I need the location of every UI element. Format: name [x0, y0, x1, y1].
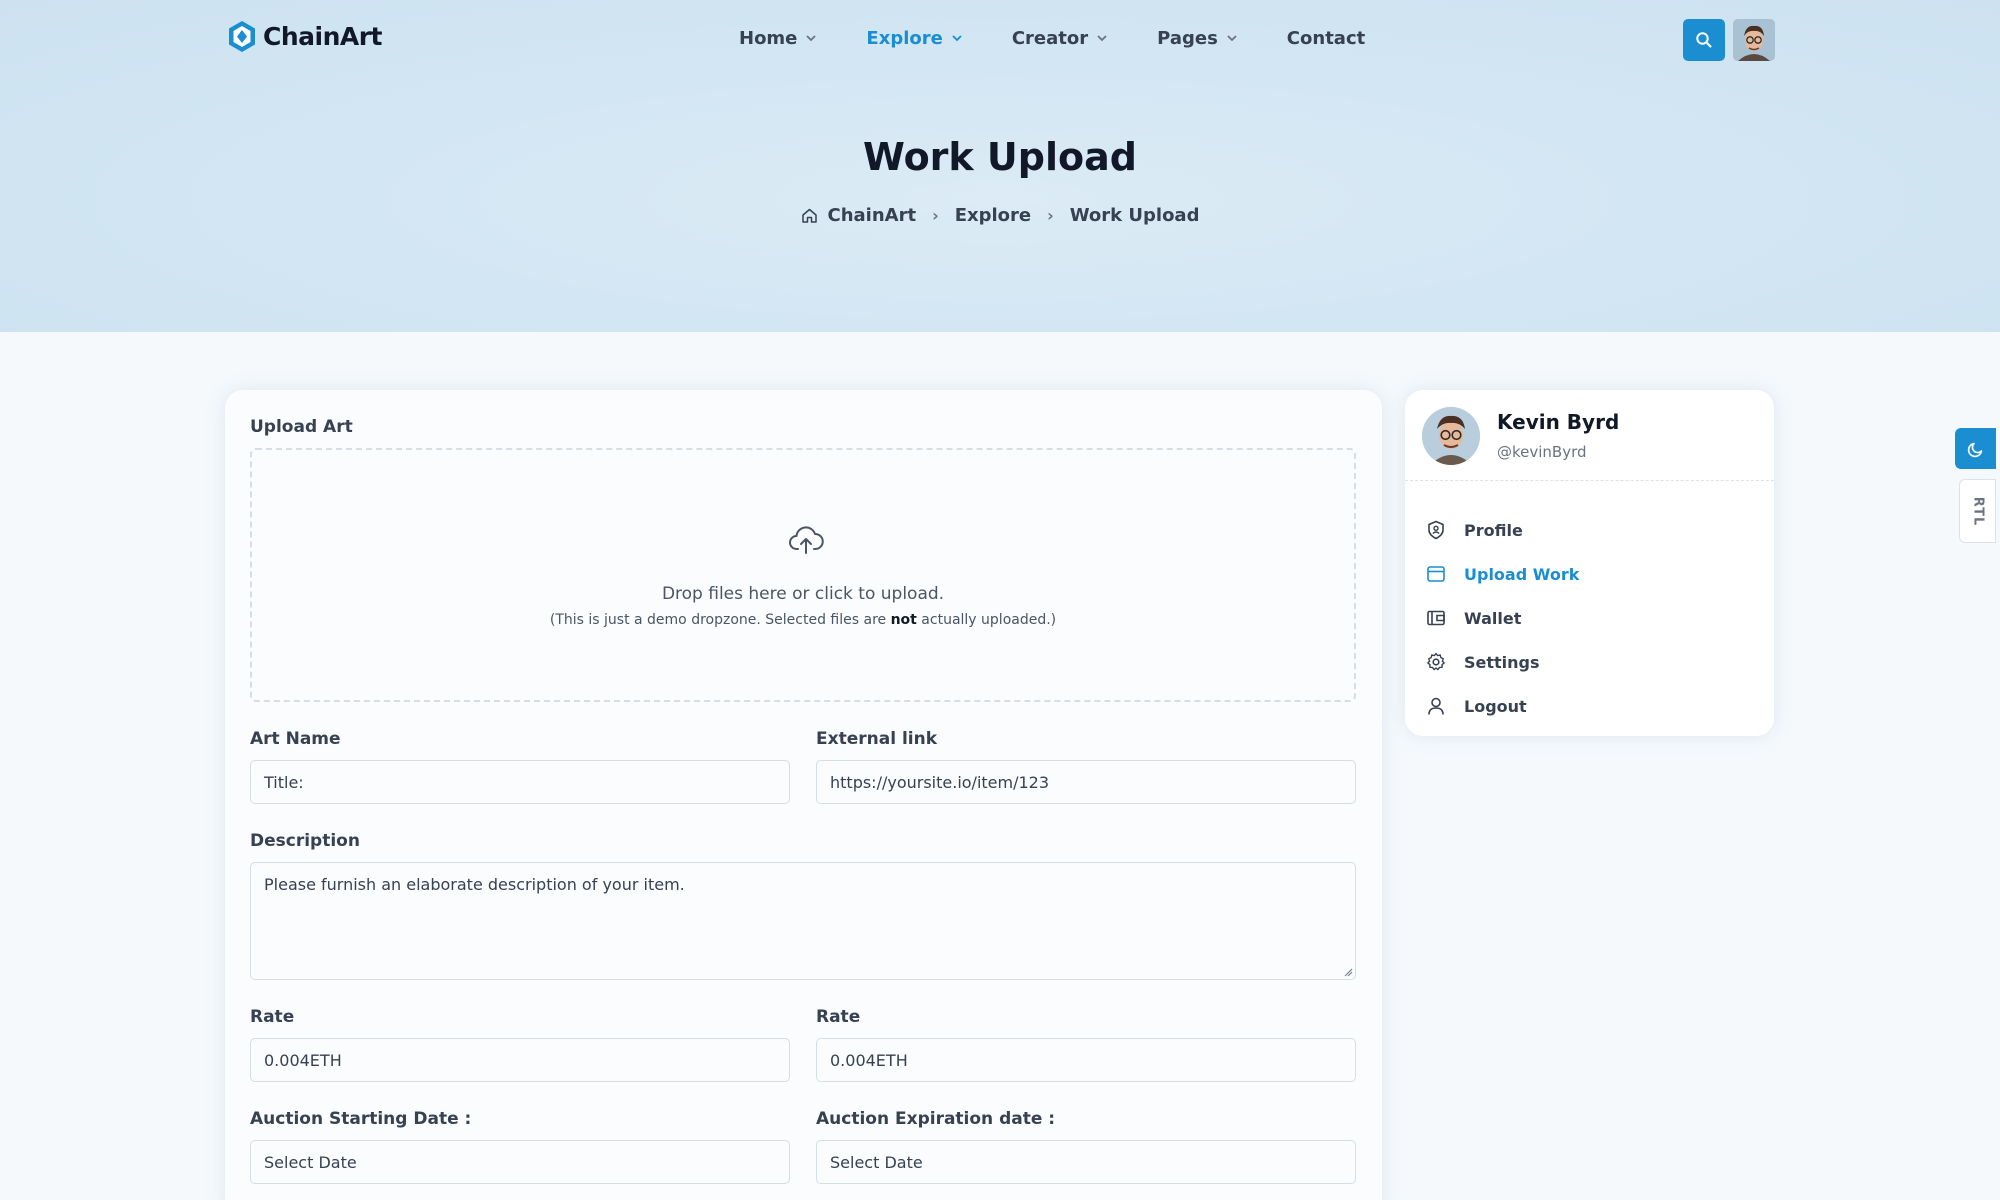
breadcrumb-separator: ›	[1047, 206, 1054, 225]
rtl-toggle-label: RTL	[1969, 496, 1985, 526]
nav-creator-label: Creator	[1011, 28, 1089, 49]
search-icon	[1696, 32, 1712, 48]
breadcrumb-home[interactable]: ChainArt	[828, 205, 917, 226]
dark-mode-toggle[interactable]	[1955, 428, 1996, 469]
dropzone-subtext: (This is just a demo dropzone. Selected …	[252, 612, 1354, 628]
dropzone-subtext-start: (This is just a demo dropzone. Selected …	[549, 612, 891, 628]
main-nav: Home Explore Creator Pages Contact	[739, 28, 1415, 49]
nav-contact-label: Contact	[1286, 28, 1366, 49]
rate-input-1[interactable]: 0.004ETH	[250, 1038, 790, 1082]
cloud-upload-icon	[789, 526, 824, 554]
chevron-down-icon	[1097, 35, 1107, 42]
art-name-input[interactable]: Title:	[250, 760, 790, 804]
profile-sidebar-card: Kevin Byrd @kevinByrd Profile Upload Wor…	[1405, 390, 1774, 736]
menu-item-wallet-label: Wallet	[1464, 608, 1522, 628]
profile-avatar	[1422, 407, 1480, 465]
gear-icon	[1425, 651, 1447, 673]
chevron-down-icon	[1227, 35, 1237, 42]
menu-item-logout[interactable]: Logout	[1425, 684, 1579, 728]
menu-item-upload-work[interactable]: Upload Work	[1425, 552, 1579, 596]
profile-name: Kevin Byrd	[1497, 410, 1620, 434]
brand-logo[interactable]: ChainArt	[227, 20, 383, 53]
description-label: Description	[250, 831, 360, 851]
profile-menu: Profile Upload Work Wallet Settings Logo…	[1425, 508, 1579, 728]
description-placeholder: Please furnish an elaborate description …	[264, 875, 685, 894]
user-icon	[1425, 695, 1447, 717]
top-navbar: ChainArt Home Explore Creator Pages Cont…	[0, 0, 2000, 80]
chainart-logo-icon	[229, 21, 255, 52]
rate-input-2[interactable]: 0.004ETH	[816, 1038, 1356, 1082]
chevron-down-icon	[952, 35, 962, 42]
moon-icon	[1967, 442, 1982, 457]
breadcrumb-current: Work Upload	[1069, 205, 1200, 226]
menu-item-profile[interactable]: Profile	[1425, 508, 1579, 552]
nav-explore-label: Explore	[866, 28, 943, 49]
rtl-toggle[interactable]: RTL	[1959, 479, 1996, 543]
browser-window-icon	[1425, 563, 1447, 585]
file-dropzone[interactable]: Drop files here or click to upload. (Thi…	[250, 448, 1356, 702]
menu-item-profile-label: Profile	[1464, 520, 1523, 540]
menu-item-logout-label: Logout	[1464, 696, 1527, 716]
menu-item-settings[interactable]: Settings	[1425, 640, 1579, 684]
profile-handle: @kevinByrd	[1497, 443, 1587, 461]
home-icon	[801, 208, 817, 223]
nav-home-label: Home	[739, 28, 798, 49]
nav-pages[interactable]: Pages	[1157, 28, 1237, 49]
dropzone-text: Drop files here or click to upload.	[661, 584, 945, 604]
breadcrumb-explore[interactable]: Explore	[955, 205, 1031, 226]
user-avatar-button[interactable]	[1733, 19, 1775, 61]
menu-item-wallet[interactable]: Wallet	[1425, 596, 1579, 640]
end-date-input[interactable]: Select Date	[816, 1140, 1356, 1184]
rate-label-1: Rate	[250, 1007, 295, 1027]
start-date-input[interactable]: Select Date	[250, 1140, 790, 1184]
menu-item-settings-label: Settings	[1464, 652, 1540, 672]
brand-name: ChainArt	[263, 22, 383, 51]
nav-pages-label: Pages	[1157, 28, 1218, 49]
breadcrumb-separator: ›	[932, 206, 939, 225]
description-textarea[interactable]: Please furnish an elaborate description …	[250, 862, 1356, 980]
search-button[interactable]	[1683, 19, 1725, 61]
nav-creator[interactable]: Creator	[1012, 28, 1107, 49]
avatar-image	[1422, 407, 1480, 465]
nav-explore[interactable]: Explore	[866, 28, 962, 49]
profile-divider	[1405, 480, 1774, 481]
chevron-down-icon	[806, 35, 817, 42]
rate-label-2: Rate	[816, 1007, 861, 1027]
nav-contact[interactable]: Contact	[1287, 28, 1365, 49]
page-title: Work Upload	[863, 135, 1137, 179]
menu-item-upload-work-label: Upload Work	[1464, 564, 1580, 584]
external-link-input[interactable]: https://yoursite.io/item/123	[816, 760, 1356, 804]
art-name-label: Art Name	[250, 729, 341, 749]
end-date-label: Auction Expiration date :	[816, 1109, 1056, 1129]
dropzone-subtext-bold: not	[890, 612, 917, 628]
breadcrumb: ChainArt › Explore › Work Upload	[0, 205, 2000, 226]
dropzone-subtext-end: actually uploaded.)	[916, 612, 1057, 628]
start-date-label: Auction Starting Date :	[250, 1109, 472, 1129]
resize-grip-icon[interactable]	[1343, 967, 1353, 977]
upload-form-card: Upload Art Drop files here or click to u…	[225, 390, 1382, 1200]
external-link-label: External link	[816, 729, 938, 749]
nav-home[interactable]: Home	[739, 28, 817, 49]
avatar-image	[1733, 19, 1775, 61]
wallet-icon	[1425, 607, 1447, 629]
upload-art-label: Upload Art	[250, 417, 353, 437]
shield-user-icon	[1425, 519, 1447, 541]
